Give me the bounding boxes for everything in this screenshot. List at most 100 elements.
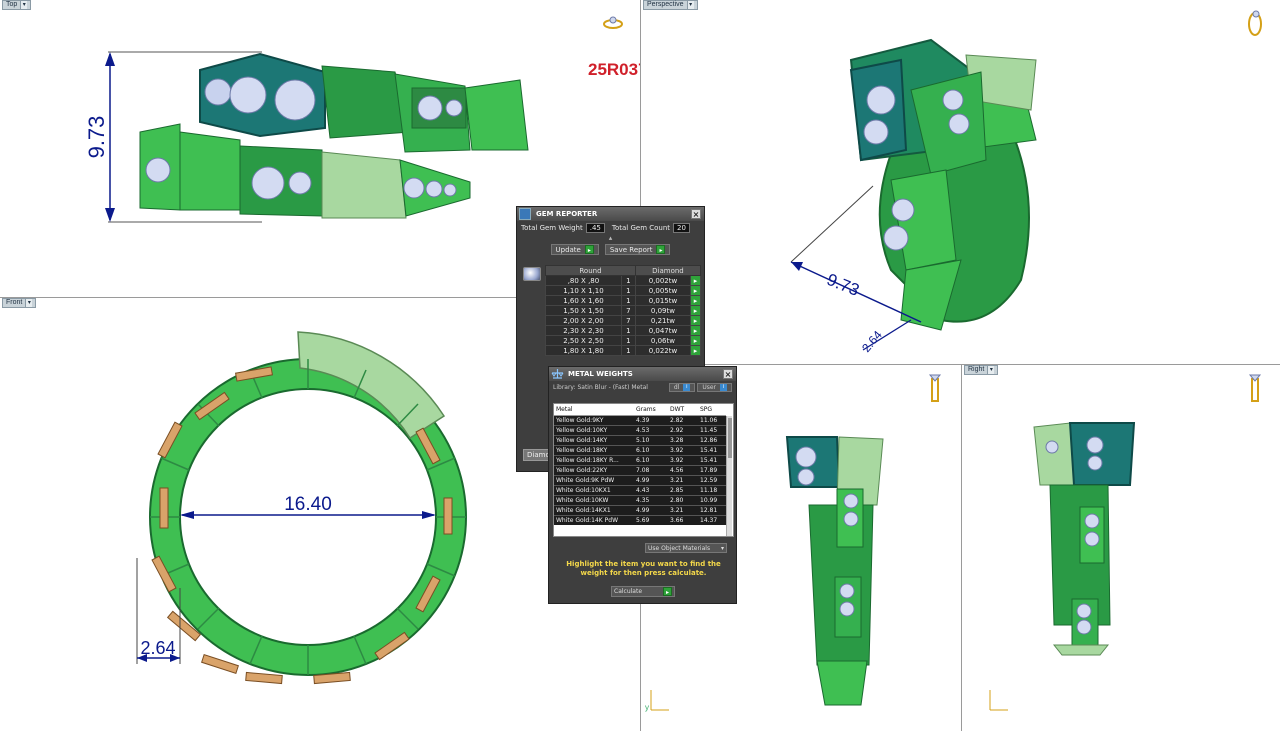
close-button[interactable]: × — [691, 209, 701, 219]
metal-name: Yellow Gold:10KY — [554, 424, 634, 435]
gem-qty: 1 — [620, 325, 636, 336]
gem-reporter-title: GEM REPORTER — [536, 210, 598, 218]
metal-row[interactable]: Yellow Gold:9KY 4.39 2.82 11.06 — [554, 414, 726, 425]
metal-row[interactable]: Yellow Gold:10KY 4.53 2.92 11.45 — [554, 424, 726, 435]
gem-size: 1,50 X 1,50 — [545, 305, 622, 316]
save-report-button[interactable]: Save Report ▸ — [604, 244, 671, 255]
ring-view-icon[interactable] — [602, 16, 624, 30]
metal-grams: 4.43 — [634, 484, 668, 495]
gem-row[interactable]: 2,00 X 2,00 7 0,21tw ▸ — [545, 315, 701, 326]
scrollbar-thumb[interactable] — [728, 418, 732, 458]
gem-col-material: Diamond — [634, 265, 702, 276]
gem-row[interactable]: ,80 X ,80 1 0,002tw ▸ — [545, 275, 701, 286]
play-icon: ▸ — [656, 245, 666, 254]
gem-weight: 0,21tw — [634, 315, 692, 326]
gem-qty: 1 — [620, 285, 636, 296]
gem-row[interactable]: 1,10 X 1,10 1 0,005tw ▸ — [545, 285, 701, 296]
collapse-arrow-icon[interactable]: ▴ — [517, 235, 704, 242]
row-action-button[interactable]: ▸ — [690, 325, 701, 336]
gem-size: 2,50 X 2,50 — [545, 335, 622, 346]
gem-row[interactable]: 1,80 X 1,80 1 0,022tw ▸ — [545, 345, 701, 356]
user-button[interactable]: User i — [697, 383, 732, 392]
info-icon: i — [720, 384, 727, 391]
dimension-top-height: 9.73 — [84, 116, 109, 159]
metal-grams: 4.39 — [634, 414, 668, 425]
chevron-down-icon[interactable]: ▾ — [25, 299, 33, 307]
metal-grams: 4.99 — [634, 474, 668, 485]
metal-row[interactable]: White Gold:14K PdW 5.69 3.66 14.37 — [554, 514, 726, 525]
metal-list[interactable]: Metal Grams DWT SPG Yellow Gold:9KY 4.39 2… — [553, 403, 734, 537]
row-action-button[interactable]: ▸ — [690, 295, 701, 306]
metal-name: Yellow Gold:9KY — [554, 414, 634, 425]
metal-spg: 17.89 — [698, 464, 726, 475]
chevron-down-icon[interactable]: ▾ — [686, 1, 694, 9]
metal-name: White Gold:10KX1 — [554, 484, 634, 495]
right-viewport[interactable]: Right ▾ — [962, 365, 1280, 731]
user-label: User — [702, 384, 716, 391]
metal-row[interactable]: Yellow Gold:22KY 7.08 4.56 17.89 — [554, 464, 726, 475]
metal-row[interactable]: Yellow Gold:14KY 5.10 3.28 12.86 — [554, 434, 726, 445]
viewport-label-text: Perspective — [647, 1, 684, 8]
metal-weights-panel[interactable]: METAL WEIGHTS × Library: Satin Blur - (F… — [548, 366, 737, 604]
gem-weight: 0,09tw — [634, 305, 692, 316]
viewport-label-text: Top — [6, 1, 18, 8]
viewport-label-perspective[interactable]: Perspective ▾ — [643, 0, 698, 10]
viewport-label-right[interactable]: Right ▾ — [964, 365, 999, 375]
play-icon: ▸ — [663, 587, 672, 596]
metal-col-metal: Metal — [554, 404, 634, 416]
metal-row[interactable]: White Gold:9K PdW 4.99 3.21 12.59 — [554, 474, 726, 485]
gem-reporter-titlebar[interactable]: GEM REPORTER × — [517, 207, 704, 221]
metal-row[interactable]: White Gold:14KX1 4.99 3.21 12.81 — [554, 504, 726, 515]
row-action-button[interactable]: ▸ — [690, 315, 701, 326]
metal-dwt: 2.85 — [668, 484, 698, 495]
dimension-front-diameter: 16.40 — [284, 494, 332, 515]
metal-row[interactable]: Yellow Gold:18KY R... 6.10 3.92 15.41 — [554, 454, 726, 465]
row-action-button[interactable]: ▸ — [690, 335, 701, 346]
metal-library-label: Library: Satin Blur - (Fast) Metal — [553, 384, 648, 391]
row-action-button[interactable]: ▸ — [690, 285, 701, 296]
gem-weight: 0,022tw — [634, 345, 692, 356]
ring-view-icon[interactable] — [1248, 371, 1262, 403]
metal-list-scrollbar[interactable] — [726, 416, 732, 536]
gem-size: 1,60 X 1,60 — [545, 295, 622, 306]
row-action-button[interactable]: ▸ — [690, 305, 701, 316]
close-button[interactable]: × — [723, 369, 733, 379]
viewport-label-top[interactable]: Top ▾ — [2, 0, 32, 10]
gem-size: 1,10 X 1,10 — [545, 285, 622, 296]
ring-view-icon[interactable] — [1244, 8, 1266, 36]
row-action-button[interactable]: ▸ — [690, 345, 701, 356]
info-icon: i — [683, 384, 691, 391]
metal-col-grams: Grams — [634, 404, 668, 416]
metal-name: Yellow Gold:14KY — [554, 434, 634, 445]
row-action-button[interactable]: ▸ — [690, 275, 701, 286]
perspective-viewport[interactable]: Perspective ▾ 9.73 2.64 — [641, 0, 1280, 364]
total-gem-weight-label: Total Gem Weight — [521, 224, 583, 232]
gem-row[interactable]: 1,50 X 1,50 7 0,09tw ▸ — [545, 305, 701, 316]
gem-row[interactable]: 2,50 X 2,50 1 0,06tw ▸ — [545, 335, 701, 346]
metal-dwt: 2.92 — [668, 424, 698, 435]
viewport-label-front[interactable]: Front ▾ — [2, 298, 37, 308]
metal-row[interactable]: White Gold:10KX1 4.43 2.85 11.18 — [554, 484, 726, 495]
viewport-divider-vertical-right[interactable] — [961, 365, 962, 731]
metal-grams: 5.69 — [634, 514, 668, 525]
ring-view-icon[interactable] — [928, 371, 942, 403]
metal-row[interactable]: White Gold:10KW 4.35 2.80 10.99 — [554, 494, 726, 505]
metal-row[interactable]: Yellow Gold:18KY 6.10 3.92 15.41 — [554, 444, 726, 455]
metal-weights-titlebar[interactable]: METAL WEIGHTS × — [549, 367, 736, 381]
total-gem-weight-value: .45 — [585, 223, 605, 233]
chevron-down-icon[interactable]: ▾ — [20, 1, 28, 9]
gem-col-shape: Round — [545, 265, 636, 276]
use-object-materials-dropdown[interactable]: Use Object Materials ▾ — [645, 543, 727, 553]
units-dropdown[interactable]: dl i — [668, 383, 696, 392]
gem-qty: 1 — [620, 335, 636, 346]
gem-row[interactable]: 2,30 X 2,30 1 0,047tw ▸ — [545, 325, 701, 336]
order-code: 25R0379 — [588, 60, 640, 79]
update-label: Update — [555, 245, 581, 254]
calculate-button[interactable]: Calculate ▸ — [611, 586, 675, 597]
metal-spg: 15.41 — [698, 454, 726, 465]
gem-qty: 1 — [620, 275, 636, 286]
metal-dwt: 3.92 — [668, 454, 698, 465]
gem-row[interactable]: 1,60 X 1,60 1 0,015tw ▸ — [545, 295, 701, 306]
update-button[interactable]: Update ▸ — [550, 244, 599, 255]
chevron-down-icon[interactable]: ▾ — [987, 366, 995, 374]
